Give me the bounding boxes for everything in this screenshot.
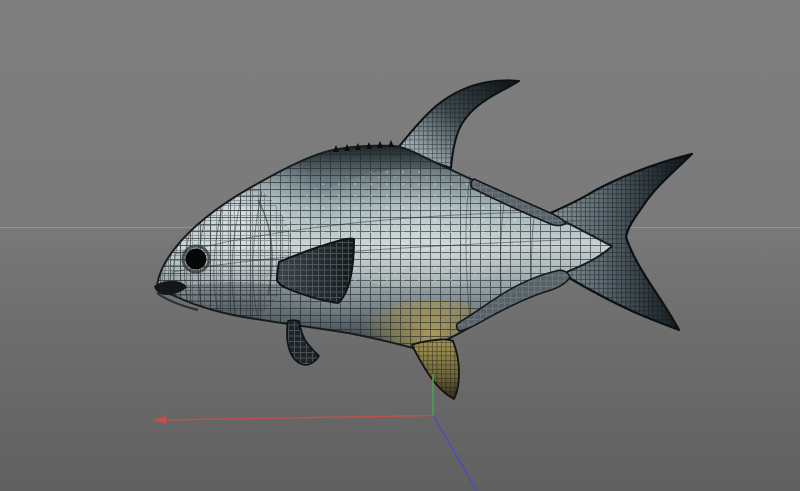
fish-eye [181, 244, 211, 274]
viewport[interactable] [0, 0, 800, 491]
viewport-canvas[interactable] [0, 0, 800, 491]
